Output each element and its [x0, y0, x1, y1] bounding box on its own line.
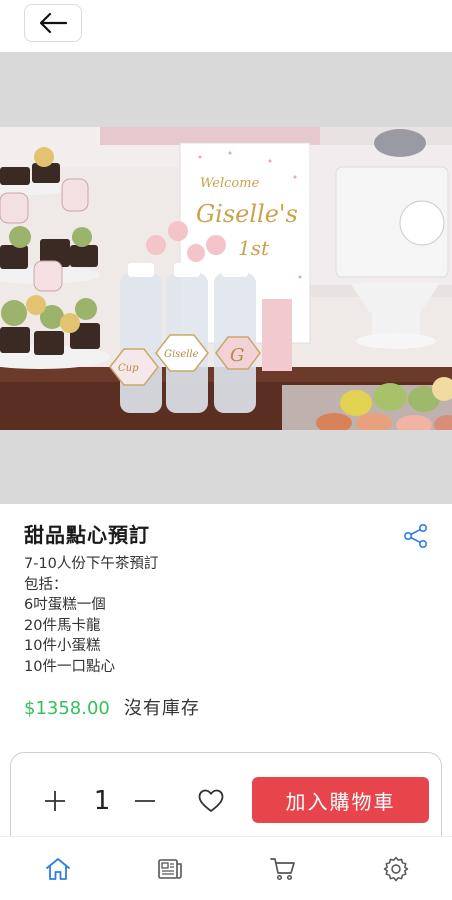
share-icon	[403, 523, 427, 548]
settings-icon	[383, 856, 409, 882]
arrow-left-icon	[39, 12, 68, 34]
cart-icon	[270, 858, 295, 881]
heart-icon	[198, 789, 224, 812]
quantity-increase-button[interactable]	[35, 783, 75, 819]
quantity-value: 1	[93, 786, 111, 816]
description-line: 20件馬卡龍	[24, 617, 101, 634]
favorite-button[interactable]	[193, 783, 229, 819]
product-title: 甜品點心預訂	[24, 523, 150, 547]
nav-home[interactable]	[40, 853, 76, 885]
product-image-area: Welcome Giselle's 1st Cup Giselle G	[0, 52, 452, 504]
svg-text:Cup: Cup	[118, 363, 139, 374]
product-info: 甜品點心預訂 7-10人份下午茶預訂 包括： 6吋蛋糕一個 20件馬卡龍 10件…	[24, 520, 428, 677]
description-line: 7-10人份下午茶預訂	[24, 556, 159, 572]
back-button[interactable]	[24, 4, 82, 42]
news-icon	[158, 859, 182, 879]
svg-text:Welcome: Welcome	[200, 176, 260, 191]
share-button[interactable]	[400, 520, 432, 552]
description-line: 包括：	[24, 576, 68, 593]
top-bar	[0, 0, 452, 52]
nav-settings[interactable]	[378, 853, 414, 885]
svg-text:G: G	[230, 345, 244, 366]
product-description: 7-10人份下午茶預訂 包括： 6吋蛋糕一個 20件馬卡龍 10件小蛋糕 10件…	[24, 554, 428, 677]
plus-icon	[45, 791, 65, 811]
product-photo[interactable]: Welcome Giselle's 1st Cup Giselle G	[0, 127, 452, 430]
description-line: 6吋蛋糕一個	[24, 597, 106, 613]
minus-icon	[135, 800, 155, 802]
price-row: $1358.00 沒有庫存	[24, 694, 200, 720]
description-line: 10件一口點心	[24, 658, 115, 675]
nav-cart[interactable]	[265, 853, 301, 885]
bottom-nav	[0, 836, 452, 900]
nav-news[interactable]	[152, 853, 188, 885]
svg-text:Giselle: Giselle	[164, 349, 199, 360]
home-icon	[46, 858, 70, 880]
stock-status: 沒有庫存	[123, 698, 200, 719]
description-line: 10件小蛋糕	[24, 638, 101, 654]
product-detail-screen: Welcome Giselle's 1st Cup Giselle G 甜品點心…	[0, 0, 452, 900]
svg-text:1st: 1st	[238, 236, 270, 260]
quantity-decrease-button[interactable]	[125, 783, 165, 819]
svg-text:Giselle's: Giselle's	[196, 200, 298, 228]
add-to-cart-button[interactable]: 加入購物車	[252, 777, 429, 823]
price: $1358.00	[24, 698, 110, 719]
